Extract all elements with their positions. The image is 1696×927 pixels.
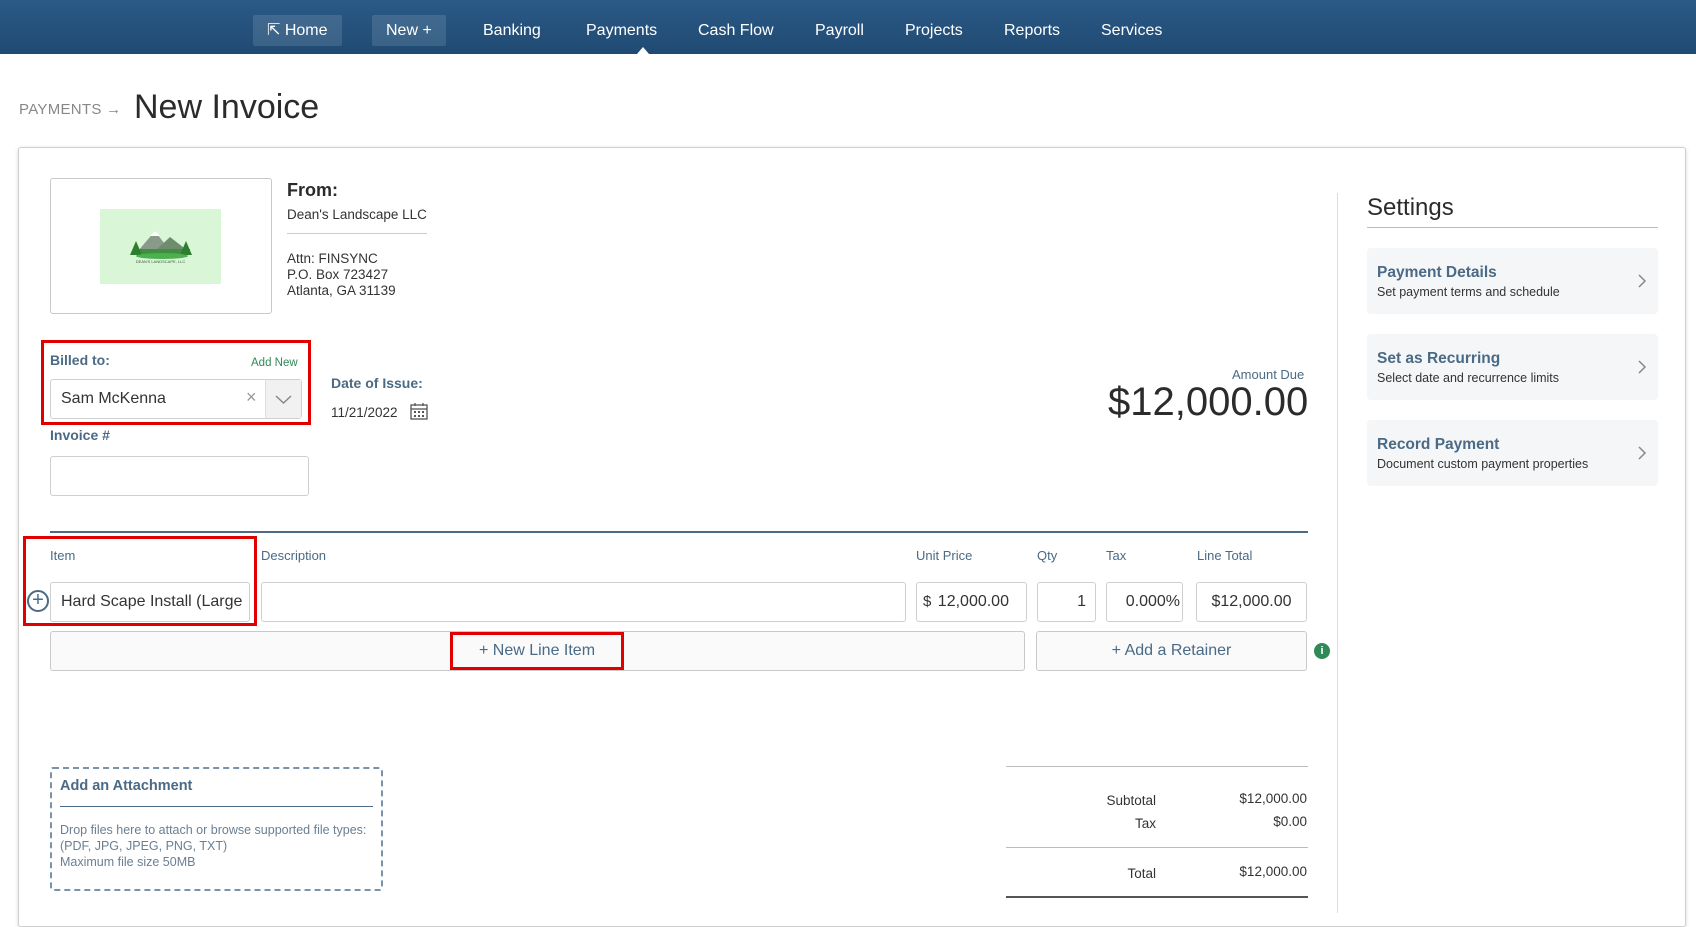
- set-as-recurring-title: Set as Recurring: [1377, 350, 1501, 367]
- subtotal-label: Subtotal: [1106, 793, 1156, 808]
- breadcrumb-arrow-icon: →: [106, 101, 122, 118]
- from-attn: Attn: FINSYNC: [287, 251, 378, 266]
- record-payment-title: Record Payment: [1377, 436, 1500, 453]
- totals-top-rule: [1006, 766, 1308, 767]
- date-of-issue-value[interactable]: 11/21/2022: [331, 405, 398, 420]
- payment-details-subtitle: Set payment terms and schedule: [1377, 285, 1560, 299]
- add-retainer-button[interactable]: + Add a Retainer: [1036, 631, 1307, 671]
- line-total-value: $12,000.00: [1196, 582, 1307, 622]
- total-value: $12,000.00: [1239, 864, 1307, 879]
- billed-to-value: Sam McKenna: [61, 390, 166, 407]
- from-divider: [287, 233, 427, 234]
- subtotal-value: $12,000.00: [1239, 791, 1307, 806]
- nav-new[interactable]: New +: [372, 15, 446, 46]
- tax-total-label: Tax: [1134, 816, 1156, 831]
- record-payment-subtitle: Document custom payment properties: [1377, 457, 1589, 471]
- chevron-down-icon: [275, 395, 292, 405]
- active-tab-indicator: [637, 47, 649, 54]
- totals-middle-rule: [1006, 847, 1308, 848]
- currency-symbol: $: [923, 593, 932, 610]
- billed-to-label: Billed to:: [50, 352, 110, 368]
- settings-divider: [1337, 193, 1338, 913]
- clear-icon[interactable]: ×: [246, 387, 257, 408]
- nav-services[interactable]: Services: [1087, 15, 1176, 46]
- col-header-unit-price: Unit Price: [916, 548, 973, 563]
- col-header-tax: Tax: [1106, 548, 1127, 563]
- company-logo: DEAN'S LANDSCAPE, LLC: [100, 209, 221, 284]
- info-icon[interactable]: i: [1314, 643, 1330, 659]
- top-navbar: ⇱ Home New + Banking Payments Cash Flow …: [0, 0, 1696, 54]
- set-as-recurring-subtitle: Select date and recurrence limits: [1377, 371, 1560, 385]
- nav-projects[interactable]: Projects: [891, 15, 977, 46]
- calendar-icon[interactable]: [410, 402, 428, 425]
- from-address-line1: P.O. Box 723427: [287, 267, 389, 282]
- attachment-types-text: Drop files here to attach or browse supp…: [60, 823, 367, 853]
- dropdown-toggle[interactable]: [266, 380, 301, 418]
- total-label: Total: [1127, 866, 1156, 881]
- from-company: Dean's Landscape LLC: [287, 207, 427, 222]
- chevron-right-icon: [1637, 445, 1647, 466]
- qty-input[interactable]: 1: [1037, 582, 1096, 622]
- tax-total-value: $0.00: [1273, 814, 1307, 829]
- col-header-description: Description: [261, 548, 327, 563]
- new-line-item-button[interactable]: + New Line Item: [453, 632, 621, 670]
- breadcrumb-payments[interactable]: PAYMENTS: [19, 101, 102, 118]
- nav-home[interactable]: ⇱ Home: [253, 15, 342, 46]
- nav-cash-flow[interactable]: Cash Flow: [684, 15, 788, 46]
- payment-details-title: Payment Details: [1377, 264, 1497, 281]
- attachment-instructions: Drop files here to attach or browse supp…: [60, 822, 370, 870]
- amount-due-value: $12,000.00: [1108, 380, 1309, 424]
- from-title: From:: [287, 180, 338, 200]
- breadcrumb[interactable]: PAYMENTS →: [19, 101, 121, 118]
- settings-title: Settings: [1367, 194, 1454, 221]
- item-input[interactable]: Hard Scape Install (Large: [50, 582, 250, 622]
- logo-text: DEAN'S LANDSCAPE, LLC: [135, 259, 186, 264]
- page-title: New Invoice: [134, 88, 320, 126]
- chevron-right-icon: [1637, 359, 1647, 380]
- table-top-rule: [50, 531, 1308, 533]
- tax-input[interactable]: 0.000%: [1106, 582, 1183, 622]
- chevron-right-icon: [1637, 273, 1647, 294]
- nav-reports[interactable]: Reports: [990, 15, 1074, 46]
- description-input[interactable]: [261, 582, 906, 622]
- unit-price-value: 12,000.00: [937, 593, 1009, 610]
- attachment-title: Add an Attachment: [60, 778, 193, 794]
- unit-price-input[interactable]: $ 12,000.00: [916, 582, 1027, 622]
- payment-details-card[interactable]: Payment Details Set payment terms and sc…: [1367, 248, 1658, 314]
- set-as-recurring-card[interactable]: Set as Recurring Select date and recurre…: [1367, 334, 1658, 400]
- add-row-plus-icon[interactable]: +: [27, 590, 49, 612]
- col-header-line-total: Line Total: [1197, 548, 1253, 563]
- attachment-max-size-text: Maximum file size 50MB: [60, 855, 196, 869]
- totals-bottom-rule: [1006, 896, 1308, 898]
- invoice-number-label: Invoice #: [50, 427, 110, 443]
- from-address-line2: Atlanta, GA 31139: [287, 283, 396, 298]
- invoice-number-input[interactable]: [50, 456, 309, 496]
- add-new-link[interactable]: Add New: [251, 357, 298, 369]
- settings-rule: [1367, 227, 1658, 228]
- attachment-divider: [60, 806, 373, 807]
- date-of-issue-label: Date of Issue:: [331, 375, 423, 391]
- nav-payments[interactable]: Payments: [572, 15, 671, 46]
- nav-payroll[interactable]: Payroll: [801, 15, 878, 46]
- col-header-qty: Qty: [1037, 548, 1058, 563]
- nav-banking[interactable]: Banking: [469, 15, 555, 46]
- record-payment-card[interactable]: Record Payment Document custom payment p…: [1367, 420, 1658, 486]
